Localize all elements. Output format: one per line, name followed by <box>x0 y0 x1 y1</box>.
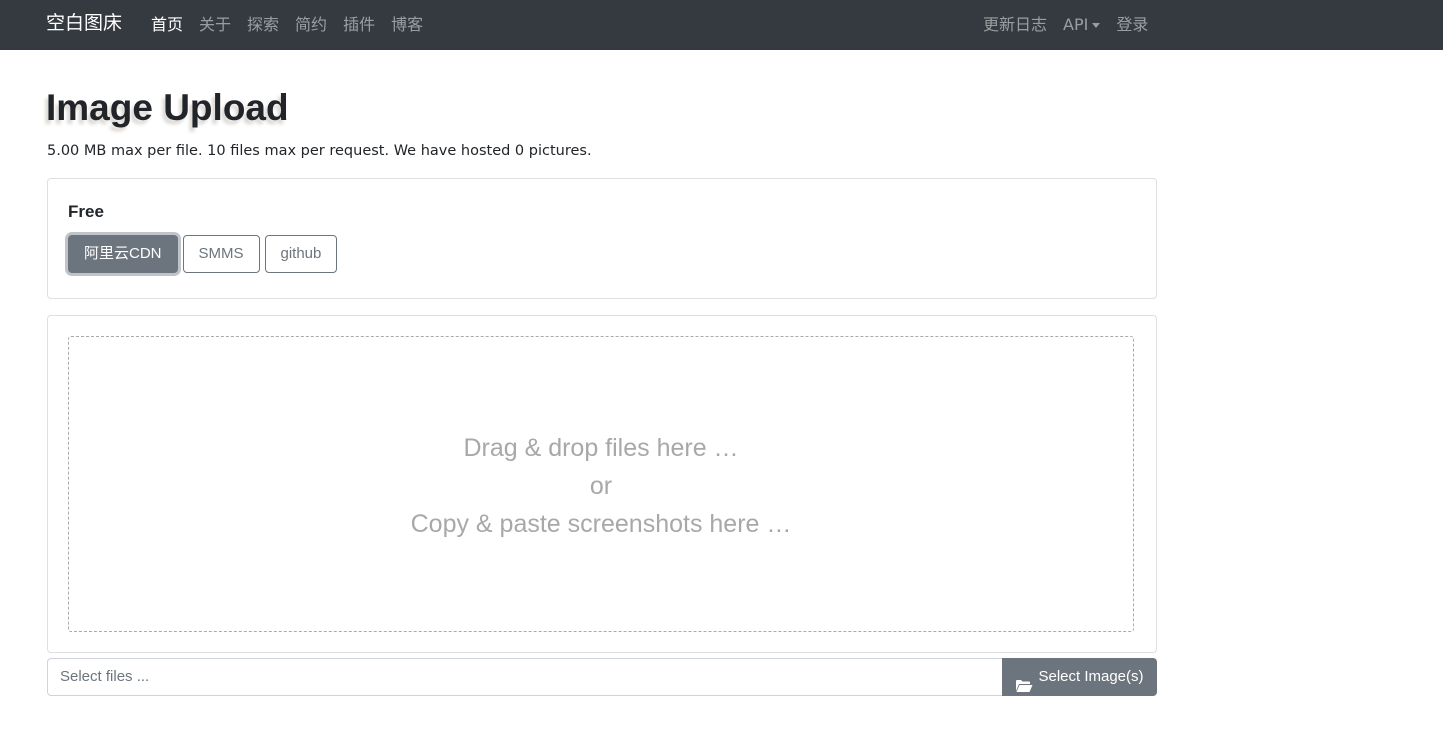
upload-limits-text: 5.00 MB max per file. 10 files max per r… <box>47 143 592 159</box>
server-select-card: Free 阿里云CDN SMMS github <box>47 178 1157 299</box>
nav-login[interactable]: 登录 <box>1116 15 1148 35</box>
page-title: Image Upload <box>46 87 289 128</box>
user-nav: 更新日志 API 登录 <box>983 0 1164 50</box>
nav-simple[interactable]: 简约 <box>295 15 327 35</box>
nav-api-dropdown[interactable]: API <box>1063 15 1101 35</box>
dropzone-paste-text: Copy & paste screenshots here … <box>410 510 792 538</box>
nav-changelog[interactable]: 更新日志 <box>983 15 1047 35</box>
nav-explore[interactable]: 探索 <box>247 15 279 35</box>
dropzone-instructions: Drag & drop files here … or Copy & paste… <box>69 429 1133 543</box>
server-option-github[interactable]: github <box>264 235 338 273</box>
nav-home[interactable]: 首页 <box>151 15 183 35</box>
server-option-aliyun-cdn[interactable]: 阿里云CDN <box>68 235 178 273</box>
top-navbar: 空白图床 首页 关于 探索 简约 插件 博客 更新日志 API 登录 <box>0 0 1443 50</box>
server-button-group: 阿里云CDN SMMS github <box>68 235 342 273</box>
nav-about[interactable]: 关于 <box>199 15 231 35</box>
server-option-smms[interactable]: SMMS <box>182 235 260 273</box>
brand-logo[interactable]: 空白图床 <box>46 11 122 35</box>
select-images-label: Select Image(s) <box>1038 668 1144 685</box>
file-dropzone[interactable]: Drag & drop files here … or Copy & paste… <box>68 336 1134 632</box>
caret-down-icon <box>1092 22 1101 28</box>
file-caption-input[interactable]: Select files ... <box>47 658 1003 696</box>
folder-open-icon <box>1015 670 1033 692</box>
dropzone-or-text: or <box>589 472 613 500</box>
nav-plugins[interactable]: 插件 <box>343 15 375 35</box>
main-nav: 首页 关于 探索 简约 插件 博客 <box>151 0 439 50</box>
select-images-button[interactable]: Select Image(s) <box>1002 658 1157 696</box>
dropzone-drag-text: Drag & drop files here … <box>463 434 739 462</box>
nav-blog[interactable]: 博客 <box>391 15 423 35</box>
dropzone-card: Drag & drop files here … or Copy & paste… <box>47 315 1157 653</box>
nav-api-label: API <box>1063 15 1089 34</box>
server-group-label: Free <box>68 202 104 221</box>
